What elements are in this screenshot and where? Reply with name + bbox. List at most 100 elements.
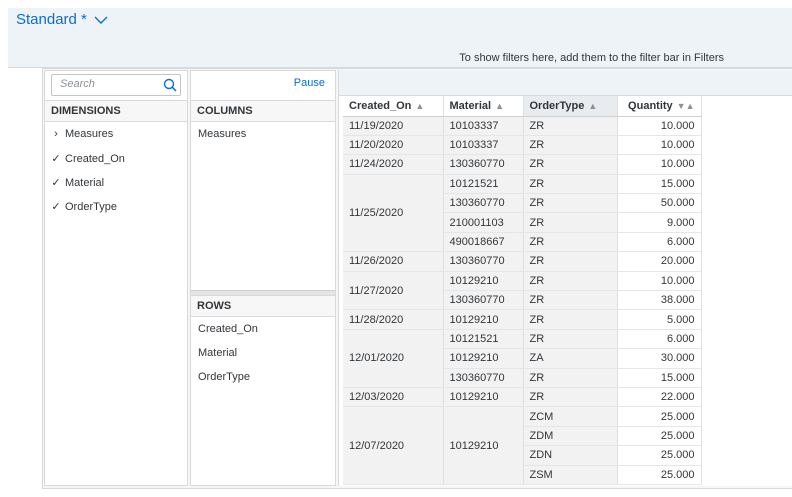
- check-icon: ✓: [51, 177, 61, 189]
- cell-ordertype[interactable]: ZA: [523, 348, 618, 369]
- cell-ordertype[interactable]: ZR: [523, 387, 618, 408]
- cell-material[interactable]: 130360770: [443, 251, 524, 272]
- cell-material[interactable]: 130360770: [443, 193, 524, 214]
- cell-quantity[interactable]: 25.000: [617, 406, 702, 427]
- search-input[interactable]: Search: [51, 74, 181, 96]
- header-created-on[interactable]: Created_On ▲: [343, 96, 444, 117]
- cell-material[interactable]: 10129210: [443, 348, 524, 369]
- cell-created-on[interactable]: 12/01/2020: [343, 329, 444, 388]
- cell-quantity[interactable]: 50.000: [617, 193, 702, 214]
- cell-ordertype[interactable]: ZR: [523, 135, 618, 156]
- cell-material[interactable]: 130360770: [443, 290, 524, 311]
- cell-quantity[interactable]: 5.000: [617, 309, 702, 330]
- cell-ordertype[interactable]: ZR: [523, 174, 618, 195]
- cell-quantity[interactable]: 10.000: [617, 271, 702, 292]
- cell-material[interactable]: 10103337: [443, 116, 524, 136]
- cell-ordertype[interactable]: ZCM: [523, 406, 618, 427]
- table-row: 12/03/2020 10129210 ZR 22.000: [343, 387, 702, 408]
- cell-created-on[interactable]: 11/19/2020: [343, 116, 444, 136]
- dimension-item-created-on[interactable]: ✓ Created_On: [51, 152, 125, 166]
- cell-quantity[interactable]: 15.000: [617, 174, 702, 195]
- rows-item-ordertype[interactable]: OrderType: [198, 371, 250, 383]
- cell-created-on[interactable]: 12/03/2020: [343, 387, 444, 408]
- cell-quantity[interactable]: 10.000: [617, 154, 702, 175]
- cell-ordertype[interactable]: ZSM: [523, 465, 618, 485]
- data-grid: Created_On ▲ Material ▲ OrderType ▲ Quantit…: [338, 70, 792, 486]
- cell-quantity[interactable]: 25.000: [617, 445, 702, 466]
- cell-ordertype[interactable]: ZR: [523, 368, 618, 388]
- cell-quantity[interactable]: 15.000: [617, 368, 702, 388]
- variant-selector[interactable]: Standard *: [16, 11, 109, 28]
- cell-quantity[interactable]: 9.000: [617, 212, 702, 233]
- rows-heading: ROWS: [191, 295, 335, 317]
- table-row: 12/01/2020 10121521 ZR 6.000: [343, 329, 702, 388]
- cell-quantity[interactable]: 25.000: [617, 426, 702, 447]
- cell-created-on[interactable]: 11/26/2020: [343, 251, 444, 272]
- header-label: Quantity: [628, 99, 673, 112]
- cell-quantity[interactable]: 6.000: [617, 329, 702, 350]
- rows-item-created-on[interactable]: Created_On: [198, 323, 258, 335]
- cell-ordertype[interactable]: ZR: [523, 290, 618, 311]
- cell-material[interactable]: 10121521: [443, 174, 524, 195]
- cell-material[interactable]: 210001103: [443, 212, 524, 233]
- cell-quantity[interactable]: 30.000: [617, 348, 702, 369]
- dimensions-heading: DIMENSIONS: [45, 100, 187, 122]
- cell-quantity[interactable]: 22.000: [617, 387, 702, 408]
- cell-ordertype[interactable]: ZR: [523, 193, 618, 214]
- cell-ordertype[interactable]: ZR: [523, 251, 618, 272]
- cell-ordertype[interactable]: ZR: [523, 329, 618, 350]
- cell-created-on[interactable]: 11/28/2020: [343, 309, 444, 330]
- dimensions-panel: Search DIMENSIONS › Measures ✓ Created_O…: [44, 70, 188, 486]
- dimension-label: Created_On: [65, 152, 125, 165]
- cell-material[interactable]: 10103337: [443, 135, 524, 156]
- variant-label: Standard *: [16, 11, 87, 28]
- cell-created-on[interactable]: 11/20/2020: [343, 135, 444, 156]
- cell-created-on[interactable]: 11/27/2020: [343, 271, 444, 311]
- cell-material[interactable]: 490018667: [443, 232, 524, 253]
- cell-ordertype[interactable]: ZDN: [523, 445, 618, 466]
- cell-ordertype[interactable]: ZR: [523, 271, 618, 292]
- cell-ordertype[interactable]: ZR: [523, 309, 618, 330]
- cell-material[interactable]: 10129210: [443, 406, 524, 485]
- cell-quantity[interactable]: 38.000: [617, 290, 702, 311]
- dimension-item-measures[interactable]: › Measures: [51, 128, 113, 140]
- dimension-label: Measures: [65, 128, 114, 140]
- table-row: 11/28/2020 10129210 ZR 5.000: [343, 309, 702, 330]
- sort-icon: ▲: [588, 100, 598, 111]
- cell-ordertype[interactable]: ZR: [523, 232, 618, 253]
- table-row: 11/26/2020 130360770 ZR 20.000: [343, 251, 702, 272]
- header-ordertype[interactable]: OrderType ▲: [523, 96, 618, 117]
- dimension-item-material[interactable]: ✓ Material: [51, 176, 104, 190]
- search-icon[interactable]: [163, 78, 177, 92]
- cell-ordertype[interactable]: ZR: [523, 154, 618, 175]
- header-material[interactable]: Material ▲: [443, 96, 524, 117]
- chevron-down-icon: [94, 16, 108, 24]
- pivot-table: Created_On ▲ Material ▲ OrderType ▲ Quantit…: [343, 96, 702, 485]
- cell-material[interactable]: 10129210: [443, 271, 524, 292]
- cell-quantity[interactable]: 25.000: [617, 465, 702, 485]
- header-quantity[interactable]: Quantity ▼▲: [617, 96, 702, 117]
- cell-quantity[interactable]: 10.000: [617, 135, 702, 156]
- table-row: 11/27/2020 10129210 ZR 10.000: [343, 271, 702, 311]
- cell-ordertype[interactable]: ZR: [523, 116, 618, 136]
- cell-material[interactable]: 130360770: [443, 154, 524, 175]
- cell-created-on[interactable]: 12/07/2020: [343, 406, 444, 485]
- chevron-right-icon: ›: [54, 128, 58, 140]
- pause-button[interactable]: Pause: [294, 77, 325, 89]
- cell-quantity[interactable]: 20.000: [617, 251, 702, 272]
- cell-material[interactable]: 130360770: [443, 368, 524, 388]
- rows-item-material[interactable]: Material: [198, 347, 237, 359]
- cell-quantity[interactable]: 6.000: [617, 232, 702, 253]
- dimension-item-ordertype[interactable]: ✓ OrderType: [51, 200, 117, 214]
- cell-created-on[interactable]: 11/25/2020: [343, 174, 444, 253]
- cell-material[interactable]: 10129210: [443, 387, 524, 408]
- columns-item-measures[interactable]: Measures: [198, 128, 246, 140]
- sort-icon: ▲: [495, 100, 504, 111]
- cell-material[interactable]: 10129210: [443, 309, 524, 330]
- cell-created-on[interactable]: 11/24/2020: [343, 154, 444, 175]
- cell-material[interactable]: 10121521: [443, 329, 524, 350]
- table-row: 11/24/2020 130360770 ZR 10.000: [343, 154, 702, 175]
- cell-quantity[interactable]: 10.000: [617, 116, 702, 136]
- cell-ordertype[interactable]: ZR: [523, 212, 618, 233]
- cell-ordertype[interactable]: ZDM: [523, 426, 618, 447]
